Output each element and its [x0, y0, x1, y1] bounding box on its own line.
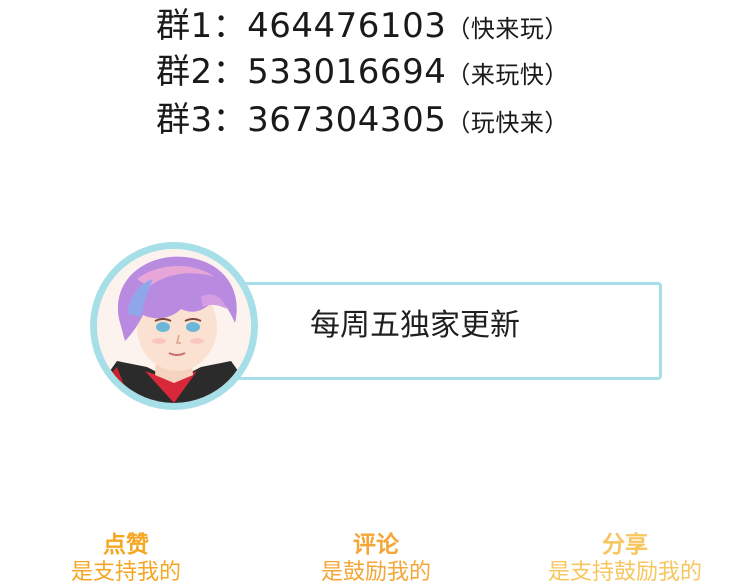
group-label: 群1： [156, 6, 248, 46]
group-note: （玩快来） [446, 109, 569, 137]
share-title: 分享 [602, 532, 648, 558]
group-note: （快来玩） [446, 15, 569, 43]
group-number: 464476103 [247, 6, 447, 46]
like-subtitle: 是支持我的 [70, 560, 181, 585]
like-title: 点赞 [103, 532, 149, 558]
group-line-3: 群3：367304305（玩快来） [156, 100, 569, 143]
group-number: 533016694 [247, 52, 447, 92]
group-label: 群2： [156, 52, 248, 92]
comment-subtitle: 是鼓励我的 [320, 560, 431, 585]
like-action[interactable]: 点赞 是支持我的 [56, 532, 196, 586]
comment-action[interactable]: 评论 是鼓励我的 [306, 532, 446, 586]
group-number: 367304305 [247, 100, 447, 140]
group-line-1: 群1：464476103（快来玩） [156, 6, 569, 49]
comment-title: 评论 [353, 532, 399, 558]
avatar [97, 249, 251, 403]
group-line-2: 群2：533016694（来玩快） [156, 52, 569, 95]
group-note: （来玩快） [446, 61, 569, 89]
share-subtitle: 是支持鼓励我的 [547, 560, 702, 585]
share-action[interactable]: 分享 是支持鼓励我的 [528, 532, 722, 586]
group-label: 群3： [156, 100, 248, 140]
character-portrait [97, 249, 251, 403]
update-notice-text: 每周五独家更新 [310, 308, 520, 343]
